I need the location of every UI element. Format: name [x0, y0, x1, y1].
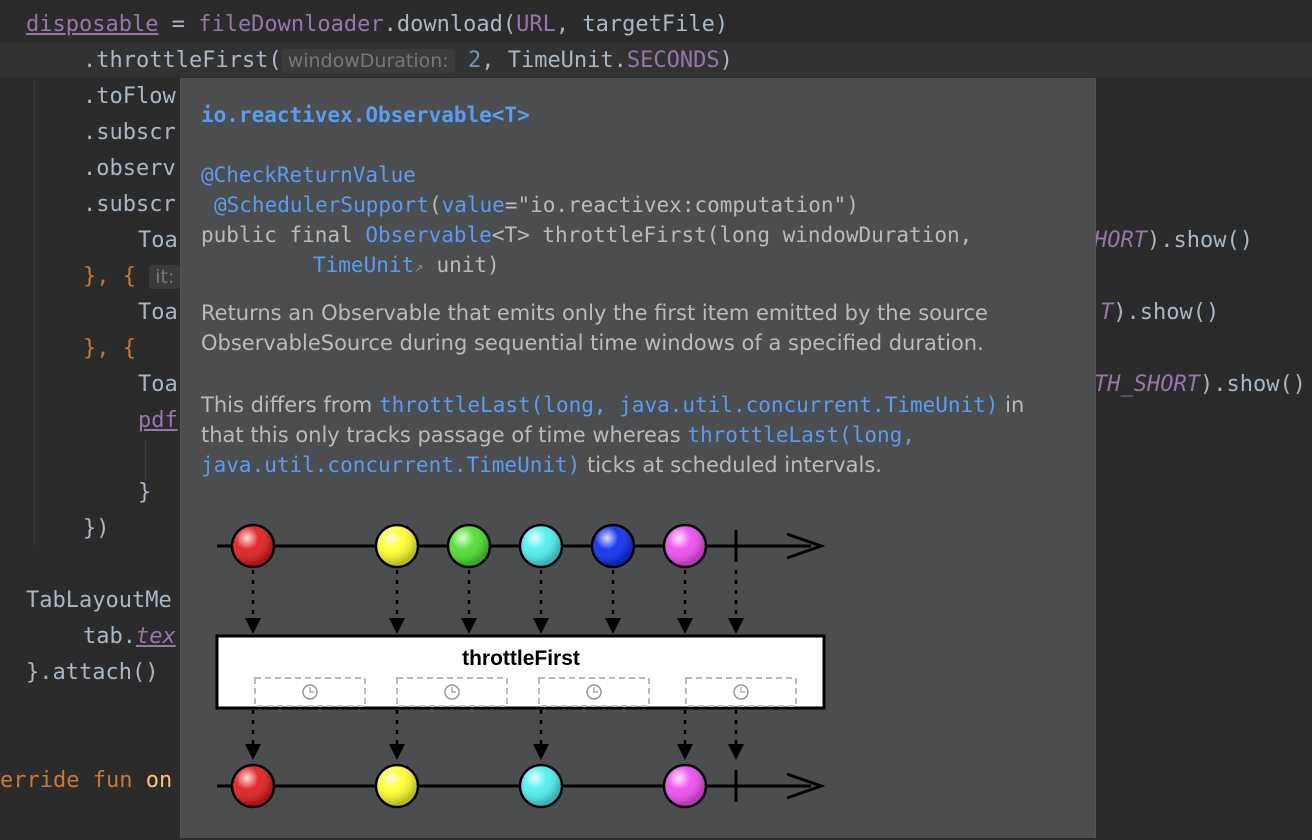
- parameter-hint: windowDuration:: [281, 49, 455, 73]
- link-throttlelast[interactable]: throttleLast(long, java.util.concurrent.…: [379, 393, 999, 417]
- arg-targetfile[interactable]: targetFile: [582, 12, 714, 37]
- code-line-16[interactable]: tab.tex: [83, 622, 176, 652]
- method-signature-cont: TimeUnit↗ unit): [313, 253, 500, 277]
- code-line-15[interactable]: TabLayoutMe: [26, 586, 172, 616]
- method-download[interactable]: download: [397, 12, 503, 37]
- code-line-4[interactable]: .subscr: [83, 118, 176, 148]
- output-arrow-head: [728, 744, 744, 760]
- doc-note: This differs from throttleLast(long, jav…: [201, 393, 1025, 477]
- method-throttlefirst[interactable]: .throttleFirst(: [83, 48, 282, 73]
- input-marble-shine: [449, 526, 489, 566]
- const-seconds[interactable]: SECONDS: [627, 48, 720, 73]
- lambda-param-hint: it:: [149, 265, 181, 289]
- output-arrow-head: [245, 744, 261, 760]
- input-arrow-head: [605, 618, 621, 634]
- code-line-3[interactable]: .toFlow: [83, 82, 176, 112]
- code-line-8[interactable]: }, { it:: [83, 262, 181, 292]
- code-line-14[interactable]: }): [83, 514, 110, 544]
- doc-header: io.reactivex.Observable<T>: [201, 103, 530, 127]
- indent-guide: [34, 80, 35, 545]
- output-arrow-head: [389, 744, 405, 760]
- input-marble-shine: [665, 526, 705, 566]
- code-line-12[interactable]: pdf: [138, 406, 178, 436]
- input-marble-shine: [377, 526, 417, 566]
- method-signature: public final Observable<T> throttleFirst…: [201, 223, 973, 247]
- input-marble-shine: [593, 526, 633, 566]
- arg-url[interactable]: URL: [516, 12, 556, 37]
- input-arrow-head: [728, 618, 744, 634]
- external-link-icon[interactable]: ↗: [414, 257, 424, 276]
- input-arrow-head: [245, 618, 261, 634]
- number-literal: 2: [467, 48, 482, 73]
- output-arrow-head: [677, 744, 693, 760]
- indent-guide: [145, 440, 146, 480]
- code-line-13[interactable]: }: [138, 478, 151, 508]
- input-marble-shine: [521, 526, 561, 566]
- code-line-6[interactable]: .subscr: [83, 190, 176, 220]
- link-timeunit[interactable]: TimeUnit: [313, 253, 414, 277]
- output-arrow-head: [533, 744, 549, 760]
- code-line-9-right[interactable]: T).show(): [1100, 298, 1219, 328]
- code-line-1[interactable]: disposable = fileDownloader.download(URL…: [26, 10, 728, 40]
- marble-diagram: throttleFirst: [215, 523, 826, 809]
- doc-description: Returns an Observable that emits only th…: [201, 301, 988, 355]
- output-marble-shine: [665, 766, 705, 806]
- annotation-schedulersupport: @SchedulerSupport(value="io.reactivex:co…: [214, 193, 859, 217]
- property-filedownloader[interactable]: fileDownloader: [198, 12, 383, 37]
- input-arrow-head: [533, 618, 549, 634]
- code-line-11-right[interactable]: TH_SHORT).show(): [1094, 370, 1306, 400]
- input-arrow-head: [677, 618, 693, 634]
- code-line-9-left[interactable]: Toa: [138, 298, 178, 328]
- output-marble-shine: [377, 766, 417, 806]
- input-arrow-head: [461, 618, 477, 634]
- annotation-checkreturnvalue[interactable]: @CheckReturnValue: [201, 160, 416, 190]
- code-line-7-right[interactable]: HORT).show(): [1094, 226, 1253, 256]
- code-line-2[interactable]: .throttleFirst(windowDuration: 2, TimeUn…: [83, 46, 733, 76]
- operator-label: throttleFirst: [462, 647, 580, 670]
- output-marble-shine: [521, 766, 561, 806]
- output-marble-shine: [233, 766, 273, 806]
- code-line-7-left[interactable]: Toa: [138, 226, 178, 256]
- code-line-5[interactable]: .observ: [83, 154, 176, 184]
- input-arrow-head: [389, 618, 405, 634]
- documentation-popup[interactable]: io.reactivex.Observable<T> @CheckReturnV…: [180, 78, 1096, 838]
- input-marble-shine: [233, 526, 273, 566]
- code-line-18[interactable]: erride fun on: [0, 766, 172, 796]
- code-line-11-left[interactable]: Toa: [138, 370, 178, 400]
- code-line-10[interactable]: }, {: [83, 334, 136, 364]
- variable-disposable[interactable]: disposable: [26, 12, 158, 37]
- link-observable[interactable]: Observable: [365, 223, 491, 247]
- code-line-17[interactable]: }.attach(): [26, 658, 158, 688]
